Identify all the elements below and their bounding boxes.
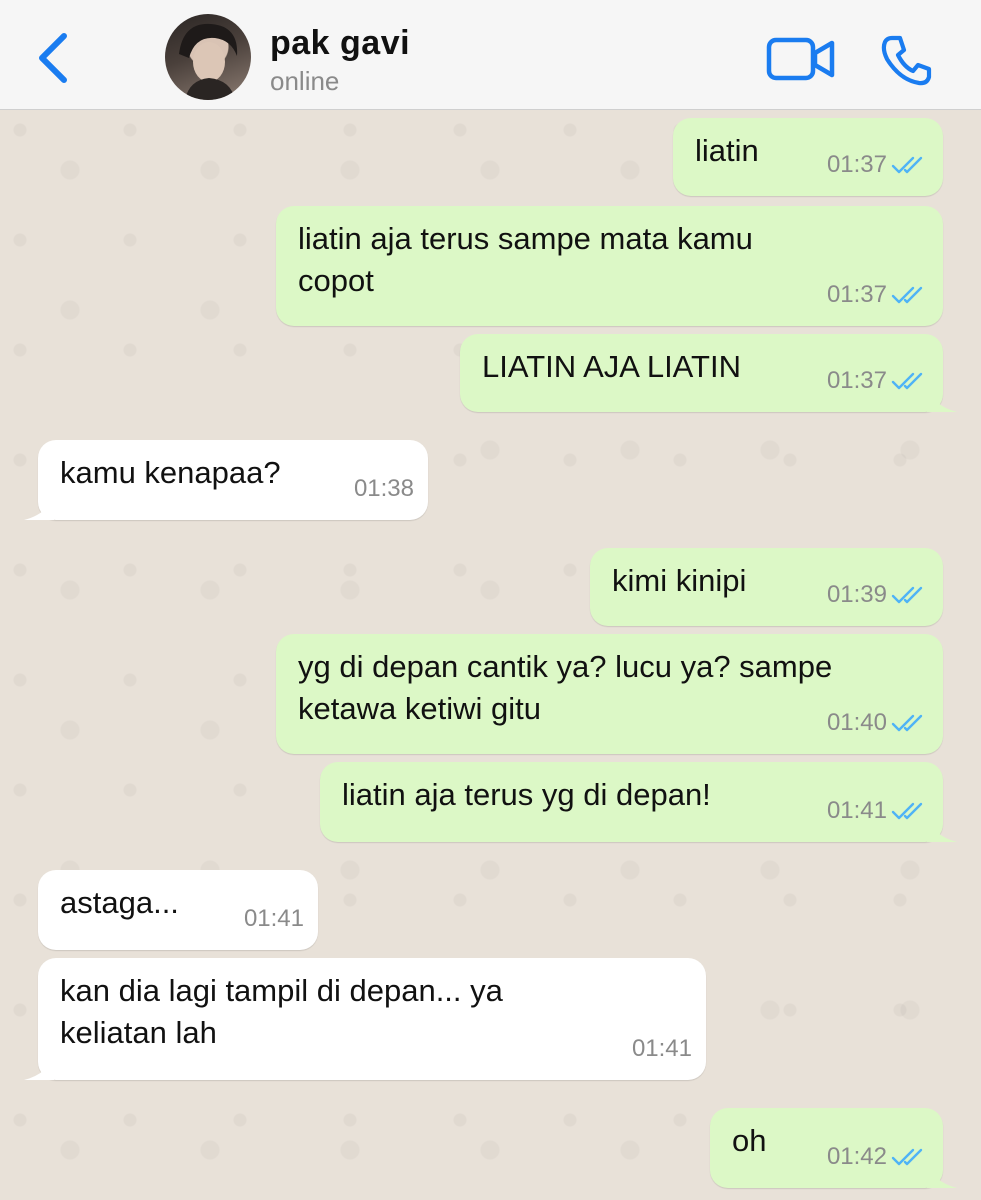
contact-avatar[interactable]	[165, 14, 251, 100]
message-outgoing[interactable]: oh 01:42	[710, 1108, 957, 1188]
message-time: 01:41	[826, 797, 887, 824]
message-text: kimi kinipi	[612, 563, 747, 598]
message-incoming[interactable]: astaga... 01:41	[38, 870, 318, 950]
message-text: liatin	[695, 133, 759, 168]
message-meta: 01:38	[354, 468, 414, 510]
read-ticks-icon	[891, 1148, 923, 1166]
voice-call-button[interactable]	[878, 32, 934, 88]
message-outgoing[interactable]: liatin 01:37	[673, 118, 943, 196]
read-ticks-icon	[891, 156, 923, 174]
bubble-tail	[927, 1162, 957, 1188]
back-button[interactable]	[30, 30, 80, 86]
chevron-left-icon	[39, 33, 67, 83]
message-time: 01:41	[243, 905, 304, 932]
message-meta: 01:42	[827, 1136, 929, 1178]
message-time: 01:37	[826, 367, 887, 394]
bubble-tail	[24, 494, 54, 520]
read-ticks-icon	[891, 714, 923, 732]
contact-name[interactable]: pak gavi	[270, 24, 410, 63]
message-meta: 01:40	[827, 702, 929, 744]
message-outgoing[interactable]: liatin aja terus yg di depan! 01:41	[320, 762, 957, 842]
message-meta: 01:37	[827, 360, 929, 402]
bubble-tail	[927, 386, 957, 412]
message-text: yg di depan cantik ya? lucu ya? sampe ke…	[298, 649, 833, 726]
read-ticks-icon	[891, 802, 923, 820]
message-text: kan dia lagi tampil di depan... ya kelia…	[60, 973, 503, 1050]
read-ticks-icon	[891, 286, 923, 304]
message-incoming[interactable]: kan dia lagi tampil di depan... ya kelia…	[24, 958, 706, 1080]
message-time: 01:39	[826, 581, 887, 608]
message-time: 01:37	[826, 151, 887, 178]
avatar-portrait	[179, 23, 238, 100]
message-meta: 01:37	[827, 274, 929, 316]
message-meta: 01:41	[827, 790, 929, 832]
message-text: liatin aja terus sampe mata kamu copot	[298, 221, 753, 298]
message-outgoing[interactable]: LIATIN AJA LIATIN 01:37	[460, 334, 957, 412]
message-meta: 01:39	[827, 574, 929, 616]
message-outgoing[interactable]: liatin aja terus sampe mata kamu copot 0…	[276, 206, 943, 326]
contact-status: online	[270, 66, 340, 96]
message-text: liatin aja terus yg di depan!	[342, 777, 711, 812]
message-text: astaga...	[60, 885, 179, 920]
message-text: oh	[732, 1123, 767, 1158]
chat-header: pak gavi online	[0, 0, 981, 110]
message-outgoing[interactable]: yg di depan cantik ya? lucu ya? sampe ke…	[276, 634, 943, 754]
message-incoming[interactable]: kamu kenapaa? 01:38	[24, 440, 428, 520]
message-time: 01:37	[826, 281, 887, 308]
read-ticks-icon	[891, 372, 923, 390]
bubble-tail	[927, 816, 957, 842]
message-text: LIATIN AJA LIATIN	[482, 349, 741, 384]
message-time: 01:41	[631, 1035, 692, 1062]
video-call-button[interactable]	[766, 36, 836, 82]
phone-icon	[881, 35, 932, 86]
read-ticks-icon	[891, 586, 923, 604]
message-time: 01:40	[826, 709, 887, 736]
message-time: 01:42	[826, 1143, 887, 1170]
message-meta: 01:41	[244, 898, 304, 940]
video-camera-icon	[766, 37, 835, 81]
message-outgoing[interactable]: kimi kinipi 01:39	[590, 548, 943, 626]
bubble-tail	[24, 1054, 54, 1080]
message-meta: 01:37	[827, 144, 929, 186]
message-time: 01:38	[353, 475, 414, 502]
message-meta: 01:41	[632, 1028, 692, 1070]
message-text: kamu kenapaa?	[60, 455, 281, 490]
